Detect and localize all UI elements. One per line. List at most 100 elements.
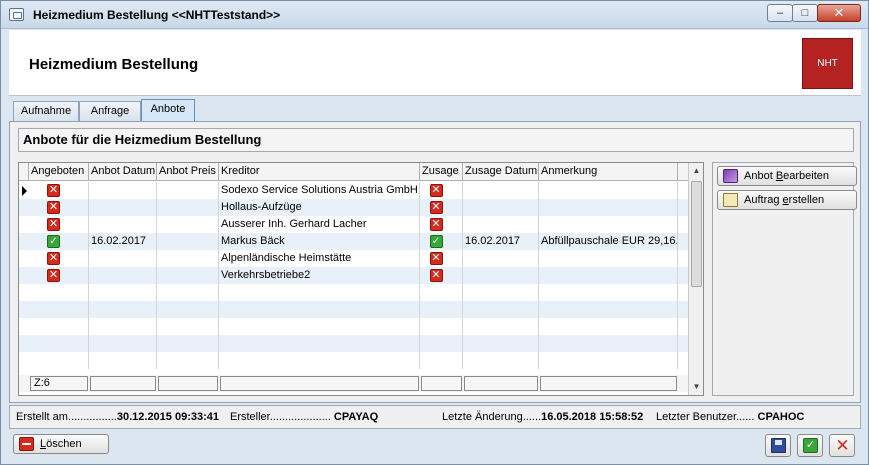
cell-zusage-datum[interactable] <box>463 199 539 216</box>
cell-anbot-datum[interactable] <box>89 182 157 199</box>
tab-anfrage[interactable]: Anfrage <box>79 101 141 121</box>
ok-button[interactable]: ✓ <box>797 434 823 457</box>
cell-kreditor[interactable] <box>219 284 420 301</box>
anbot-bearbeiten-button[interactable]: Anbot Bearbeiten <box>717 166 857 186</box>
cell-anbot-preis[interactable] <box>157 267 219 284</box>
scroll-down-arrow-icon[interactable]: ▼ <box>689 379 703 395</box>
scroll-thumb[interactable] <box>691 181 702 287</box>
cell-zusage-datum[interactable] <box>463 284 539 301</box>
cell-anmerkung[interactable] <box>539 199 678 216</box>
cell-kreditor[interactable]: Hollaus-Aufzüge <box>219 199 420 216</box>
offers-grid[interactable]: Angeboten Anbot Datum Anbot Preis Kredit… <box>18 162 704 396</box>
cell-zusage[interactable] <box>420 301 463 318</box>
cell-kreditor[interactable]: Ausserer Inh. Gerhard Lacher <box>219 216 420 233</box>
row-selector[interactable] <box>20 335 29 352</box>
cell-anbot-preis[interactable] <box>157 216 219 233</box>
cell-kreditor[interactable] <box>219 352 420 369</box>
cell-kreditor[interactable]: Sodexo Service Solutions Austria GmbH <box>219 182 420 199</box>
table-row[interactable]: ✕ Alpenländische Heimstätte ✕ <box>19 250 688 267</box>
cell-anmerkung[interactable] <box>539 335 678 352</box>
column-header-angeboten[interactable]: Angeboten <box>29 163 89 181</box>
cell-zusage-datum[interactable] <box>463 335 539 352</box>
table-row[interactable] <box>19 301 688 318</box>
cell-angeboten[interactable] <box>29 301 89 318</box>
scroll-up-arrow-icon[interactable]: ▲ <box>689 163 703 179</box>
cell-anbot-datum[interactable] <box>89 352 157 369</box>
cell-anbot-datum[interactable] <box>89 284 157 301</box>
cell-kreditor[interactable]: Alpenländische Heimstätte <box>219 250 420 267</box>
tab-aufnahme[interactable]: Aufnahme <box>13 101 79 121</box>
cell-zusage-datum[interactable]: 16.02.2017 <box>463 233 539 250</box>
table-row[interactable]: ✕ Ausserer Inh. Gerhard Lacher ✕ <box>19 216 688 233</box>
cell-anbot-datum[interactable] <box>89 301 157 318</box>
cell-angeboten[interactable]: ✕ <box>29 182 89 199</box>
table-row[interactable]: ✕ Hollaus-Aufzüge ✕ <box>19 199 688 216</box>
cell-zusage[interactable]: ✕ <box>420 216 463 233</box>
loeschen-button[interactable]: Löschen <box>13 434 109 454</box>
cell-anbot-datum[interactable] <box>89 199 157 216</box>
cell-anmerkung[interactable] <box>539 250 678 267</box>
cell-anbot-datum[interactable] <box>89 267 157 284</box>
cell-angeboten[interactable] <box>29 284 89 301</box>
cell-anmerkung[interactable]: Abfüllpauschale EUR 29,16. <box>539 233 678 250</box>
cell-anbot-preis[interactable] <box>157 301 219 318</box>
cell-anbot-datum[interactable] <box>89 250 157 267</box>
cell-zusage[interactable]: ✕ <box>420 250 463 267</box>
grid-vertical-scrollbar[interactable]: ▲ ▼ <box>688 163 703 395</box>
column-header-zusage-datum[interactable]: Zusage Datum <box>463 163 539 181</box>
cell-kreditor[interactable]: Verkehrsbetriebe2 <box>219 267 420 284</box>
cell-angeboten[interactable]: ✕ <box>29 216 89 233</box>
cell-zusage-datum[interactable] <box>463 301 539 318</box>
table-row[interactable] <box>19 318 688 335</box>
cell-angeboten[interactable] <box>29 318 89 335</box>
tab-anbote[interactable]: Anbote <box>141 99 195 121</box>
cell-anbot-datum[interactable]: 16.02.2017 <box>89 233 157 250</box>
table-row[interactable] <box>19 335 688 352</box>
column-header-anmerkung[interactable]: Anmerkung <box>539 163 678 181</box>
cell-anmerkung[interactable] <box>539 267 678 284</box>
cell-zusage[interactable] <box>420 352 463 369</box>
maximize-button[interactable]: □ <box>792 4 818 22</box>
cell-zusage-datum[interactable] <box>463 216 539 233</box>
cancel-button[interactable]: ✕ <box>829 434 855 457</box>
table-row[interactable] <box>19 284 688 301</box>
cell-anbot-preis[interactable] <box>157 335 219 352</box>
cell-anbot-preis[interactable] <box>157 352 219 369</box>
cell-zusage-datum[interactable] <box>463 250 539 267</box>
cell-zusage[interactable]: ✓ <box>420 233 463 250</box>
cell-zusage-datum[interactable] <box>463 267 539 284</box>
column-header-zusage[interactable]: Zusage <box>420 163 463 181</box>
cell-anmerkung[interactable] <box>539 216 678 233</box>
cell-zusage-datum[interactable] <box>463 318 539 335</box>
row-selector[interactable] <box>20 216 29 233</box>
cell-anmerkung[interactable] <box>539 352 678 369</box>
cell-anbot-preis[interactable] <box>157 284 219 301</box>
cell-kreditor[interactable] <box>219 301 420 318</box>
cell-zusage[interactable] <box>420 284 463 301</box>
cell-kreditor[interactable]: Markus Bäck <box>219 233 420 250</box>
cell-angeboten[interactable]: ✕ <box>29 250 89 267</box>
row-selector[interactable] <box>20 267 29 284</box>
cell-anbot-preis[interactable] <box>157 182 219 199</box>
table-row[interactable] <box>19 352 688 369</box>
cell-zusage[interactable] <box>420 335 463 352</box>
cell-anmerkung[interactable] <box>539 318 678 335</box>
cell-angeboten[interactable]: ✓ <box>29 233 89 250</box>
row-selector[interactable] <box>20 301 29 318</box>
table-row[interactable]: ✕ Sodexo Service Solutions Austria GmbH ✕ <box>19 182 688 199</box>
cell-kreditor[interactable] <box>219 318 420 335</box>
cell-anbot-preis[interactable] <box>157 250 219 267</box>
cell-zusage-datum[interactable] <box>463 352 539 369</box>
column-header-anbot-datum[interactable]: Anbot Datum <box>89 163 157 181</box>
app-window-icon[interactable] <box>9 8 24 21</box>
cell-anbot-preis[interactable] <box>157 318 219 335</box>
row-selector[interactable] <box>20 182 29 199</box>
cell-angeboten[interactable] <box>29 352 89 369</box>
cell-zusage[interactable]: ✕ <box>420 267 463 284</box>
row-selector[interactable] <box>20 199 29 216</box>
cell-angeboten[interactable] <box>29 335 89 352</box>
minimize-button[interactable]: – <box>767 4 793 22</box>
cell-angeboten[interactable]: ✕ <box>29 199 89 216</box>
auftrag-erstellen-button[interactable]: Auftrag erstellen <box>717 190 857 210</box>
save-button[interactable] <box>765 434 791 457</box>
